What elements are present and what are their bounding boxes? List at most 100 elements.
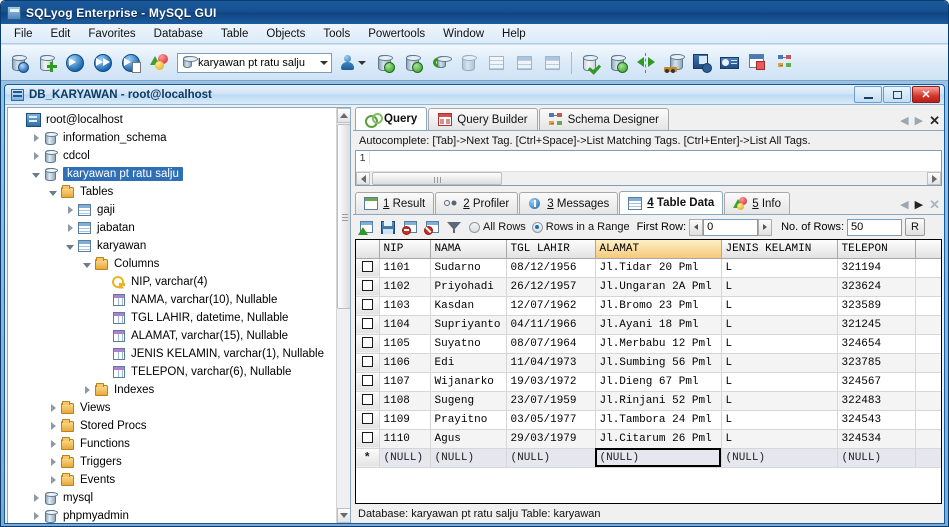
cell-nip[interactable]: 1108 [379, 391, 431, 411]
save-changes-button[interactable] [378, 218, 397, 237]
result-tab-scroll-right-icon[interactable]: ▶ [915, 198, 923, 211]
tab-info[interactable]: 5 Info [724, 192, 791, 214]
cell-jenis-kelamin[interactable]: L [721, 315, 838, 335]
tree-vertical-scrollbar[interactable] [336, 108, 350, 523]
insert-row-button[interactable] [356, 218, 375, 237]
tree-expand-icon[interactable] [80, 381, 94, 399]
row-select-cell[interactable] [356, 410, 380, 430]
tree-expand-icon[interactable] [46, 471, 60, 489]
row-select-cell[interactable] [356, 296, 380, 316]
menu-item-file[interactable]: File [5, 26, 42, 42]
cell-telepon[interactable]: 323785 [837, 353, 916, 373]
notification-services-button[interactable] [716, 49, 743, 77]
result-tab-scroll-left-icon[interactable]: ◀ [900, 198, 908, 211]
tree-node[interactable]: Indexes [8, 381, 336, 399]
delete-row-button[interactable] [400, 218, 419, 237]
restore-backup-button[interactable] [427, 49, 454, 77]
tab-messages[interactable]: 3 Messages [519, 192, 619, 214]
tab-table-data[interactable]: 4 Table Data [619, 191, 724, 214]
cell-alamat[interactable]: Jl.Tidar 20 Pml [595, 258, 722, 278]
first-row-spinner[interactable] [689, 218, 773, 236]
tab-schema-designer[interactable]: Schema Designer [538, 108, 669, 130]
cell-tgl-lahir[interactable]: 26/12/1957 [506, 277, 596, 297]
cell-jenis-kelamin[interactable]: L [721, 277, 838, 297]
new-row[interactable]: * (NULL) (NULL) (NULL) (NULL) (NULL) (NULL) [356, 448, 941, 468]
tree-expand-icon[interactable] [46, 453, 60, 471]
table-row[interactable]: 1109 Prayitno 03/05/1977 Jl.Tambora 24 Pml L… [356, 410, 941, 430]
chevron-down-icon[interactable] [320, 60, 328, 65]
tree-expand-icon[interactable] [63, 201, 77, 219]
tree-node[interactable]: information_schema [8, 129, 336, 147]
cell-nip[interactable]: 1103 [379, 296, 431, 316]
cell-nama[interactable]: Wijanarko [430, 372, 507, 392]
tree-node[interactable]: Tables [8, 183, 336, 201]
tree-node[interactable]: mysql [8, 489, 336, 507]
table-row[interactable]: 1105 Suyatno 08/07/1964 Jl.Merbabu 12 Pml L 3… [356, 334, 941, 354]
column-header-nama[interactable]: NAMA [430, 240, 507, 259]
cell-tgl-lahir[interactable]: 23/07/1959 [506, 391, 596, 411]
minimize-button[interactable] [854, 86, 882, 103]
cell-nama[interactable]: Edi [430, 353, 507, 373]
cell-telepon[interactable]: 323589 [837, 296, 916, 316]
cell-telepon[interactable]: 323624 [837, 277, 916, 297]
cell-tgl-lahir[interactable]: 08/12/1956 [506, 258, 596, 278]
cell-nama[interactable]: Agus [430, 429, 507, 449]
refresh-data-button[interactable]: R [905, 218, 925, 236]
create-table-button[interactable] [511, 49, 538, 77]
cell-tgl-lahir[interactable]: 03/05/1977 [506, 410, 596, 430]
table-row[interactable]: 1103 Kasdan 12/07/1962 Jl.Bromo 23 Pml L 3235… [356, 296, 941, 316]
scroll-thumb[interactable] [337, 124, 350, 309]
tab-query[interactable]: Query [355, 107, 428, 130]
row-select-cell[interactable] [356, 353, 380, 373]
menu-item-window[interactable]: Window [434, 26, 493, 42]
tree-expand-icon[interactable] [29, 489, 43, 507]
cell-alamat[interactable]: Jl.Ungaran 2A Pml [595, 277, 722, 297]
close-button[interactable]: ✕ [912, 86, 940, 103]
tree-node[interactable]: root@localhost [8, 111, 336, 129]
new-row-cell-tgl-lahir[interactable]: (NULL) [506, 448, 596, 468]
row-checkbox[interactable] [361, 280, 373, 292]
scheduled-backup-button[interactable] [688, 49, 715, 77]
menu-item-database[interactable]: Database [145, 26, 212, 42]
cell-telepon[interactable]: 324654 [837, 334, 916, 354]
cell-alamat[interactable]: Jl.Bromo 23 Pml [595, 296, 722, 316]
table-row[interactable]: 1106 Edi 11/04/1973 Jl.Sumbing 56 Pml L 32378… [356, 353, 941, 373]
cell-nama[interactable]: Kasdan [430, 296, 507, 316]
export-data-button[interactable] [399, 49, 426, 77]
cell-alamat[interactable]: Jl.Citarum 26 Pml [595, 429, 722, 449]
row-select-cell[interactable] [356, 277, 380, 297]
tree-expand-icon[interactable] [46, 435, 60, 453]
cell-tgl-lahir[interactable]: 08/07/1964 [506, 334, 596, 354]
tree-collapse-icon[interactable] [29, 165, 43, 183]
tab-result[interactable]: 1 Result [355, 192, 435, 214]
query-formatter-button[interactable] [744, 49, 771, 77]
tree-node[interactable]: Triggers [8, 453, 336, 471]
cell-jenis-kelamin[interactable]: L [721, 334, 838, 354]
tree-node[interactable]: gaji [8, 201, 336, 219]
tree-node[interactable]: Functions [8, 435, 336, 453]
tree-expand-icon[interactable] [46, 417, 60, 435]
cell-nip[interactable]: 1107 [379, 372, 431, 392]
row-checkbox[interactable] [361, 413, 373, 425]
tree-collapse-icon[interactable] [80, 255, 94, 273]
scroll-down-button[interactable] [337, 508, 350, 523]
tab-scroll-right-icon[interactable]: ▶ [915, 114, 923, 127]
alter-table-button[interactable] [539, 49, 566, 77]
data-sync-button[interactable] [632, 49, 659, 77]
table-row[interactable]: 1102 Priyohadi 26/12/1957 Jl.Ungaran 2A Pml… [356, 277, 941, 297]
cell-alamat[interactable]: Jl.Tambora 24 Pml [595, 410, 722, 430]
scroll-right-button[interactable] [927, 172, 941, 185]
column-header-telepon[interactable]: TELEPON [837, 240, 916, 259]
tree-expand-icon[interactable] [63, 219, 77, 237]
tree-node[interactable]: NAMA, varchar(10), Nullable [8, 291, 336, 309]
cell-nip[interactable]: 1104 [379, 315, 431, 335]
column-header-alamat[interactable]: ALAMAT [595, 240, 722, 259]
menu-item-objects[interactable]: Objects [257, 26, 314, 42]
tab-scroll-left-icon[interactable]: ◀ [900, 114, 908, 127]
sql-formatter-button[interactable] [576, 49, 603, 77]
cell-tgl-lahir[interactable]: 29/03/1979 [506, 429, 596, 449]
first-row-increment[interactable] [758, 218, 773, 236]
cell-nip[interactable]: 1102 [379, 277, 431, 297]
row-checkbox[interactable] [361, 318, 373, 330]
tree-node[interactable]: ALAMAT, varchar(15), Nullable [8, 327, 336, 345]
